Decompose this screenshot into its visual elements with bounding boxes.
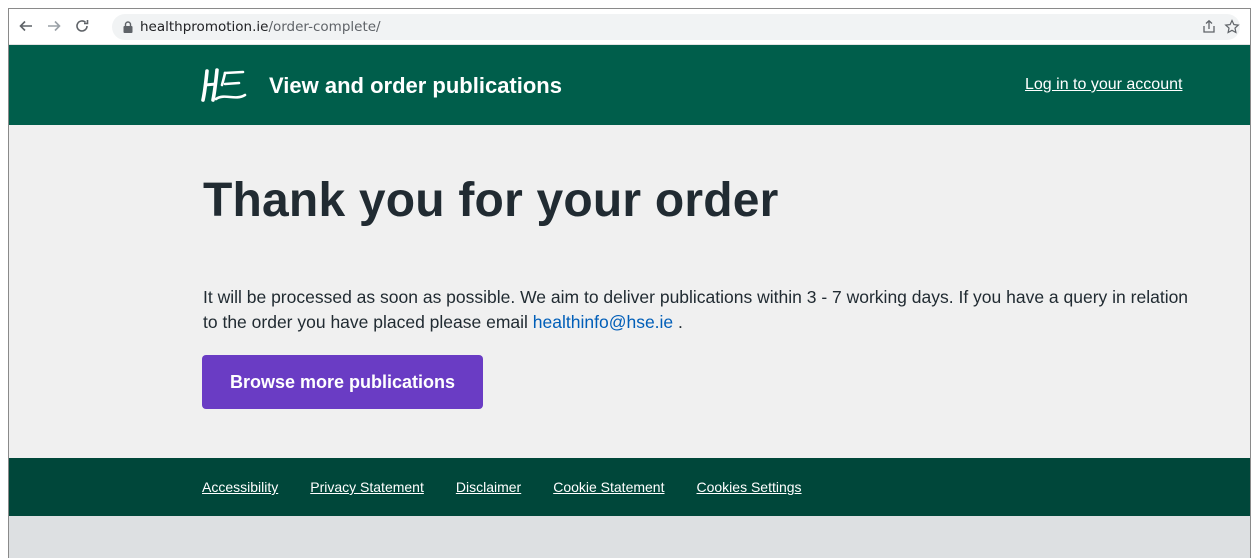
back-button[interactable] xyxy=(15,15,37,37)
site-footer: Accessibility Privacy Statement Disclaim… xyxy=(9,458,1250,516)
browser-toolbar: healthpromotion.ie/order-complete/ xyxy=(9,9,1250,45)
bookmark-star-icon[interactable] xyxy=(1224,19,1240,35)
arrow-left-icon xyxy=(19,20,32,32)
reload-button[interactable] xyxy=(71,15,93,37)
footer-link-disclaimer[interactable]: Disclaimer xyxy=(456,479,521,495)
browser-window: healthpromotion.ie/order-complete/ View … xyxy=(8,8,1251,558)
message-text: It will be processed as soon as possible… xyxy=(203,287,1189,332)
site-header: View and order publications Log in to yo… xyxy=(9,45,1250,125)
hse-logo[interactable] xyxy=(201,67,247,103)
url-path: /order-complete/ xyxy=(268,19,381,35)
message-end: . xyxy=(673,312,683,332)
footer-link-cookies-settings[interactable]: Cookies Settings xyxy=(697,479,802,495)
confirmation-message: It will be processed as soon as possible… xyxy=(203,285,1203,335)
url-text: healthpromotion.ie/order-complete/ xyxy=(140,19,381,35)
page-title: Thank you for your order xyxy=(203,174,779,227)
footer-link-accessibility[interactable]: Accessibility xyxy=(202,479,278,495)
footer-link-cookie-statement[interactable]: Cookie Statement xyxy=(553,479,664,495)
forward-button[interactable] xyxy=(43,15,65,37)
share-icon[interactable] xyxy=(1201,19,1217,35)
arrow-right-icon xyxy=(48,20,61,32)
address-bar[interactable]: healthpromotion.ie/order-complete/ xyxy=(112,14,1240,40)
page-bottom-area xyxy=(9,516,1250,558)
footer-link-privacy-statement[interactable]: Privacy Statement xyxy=(310,479,424,495)
email-link[interactable]: healthinfo@hse.ie xyxy=(533,312,673,332)
browse-more-publications-button[interactable]: Browse more publications xyxy=(202,355,483,409)
login-link[interactable]: Log in to your account xyxy=(1025,76,1182,94)
footer-links: Accessibility Privacy Statement Disclaim… xyxy=(202,479,834,495)
main-content: Thank you for your order It will be proc… xyxy=(9,125,1250,458)
reload-icon xyxy=(76,20,89,32)
site-title: View and order publications xyxy=(269,73,562,98)
lock-icon xyxy=(123,21,133,33)
url-host: healthpromotion.ie xyxy=(140,19,269,35)
